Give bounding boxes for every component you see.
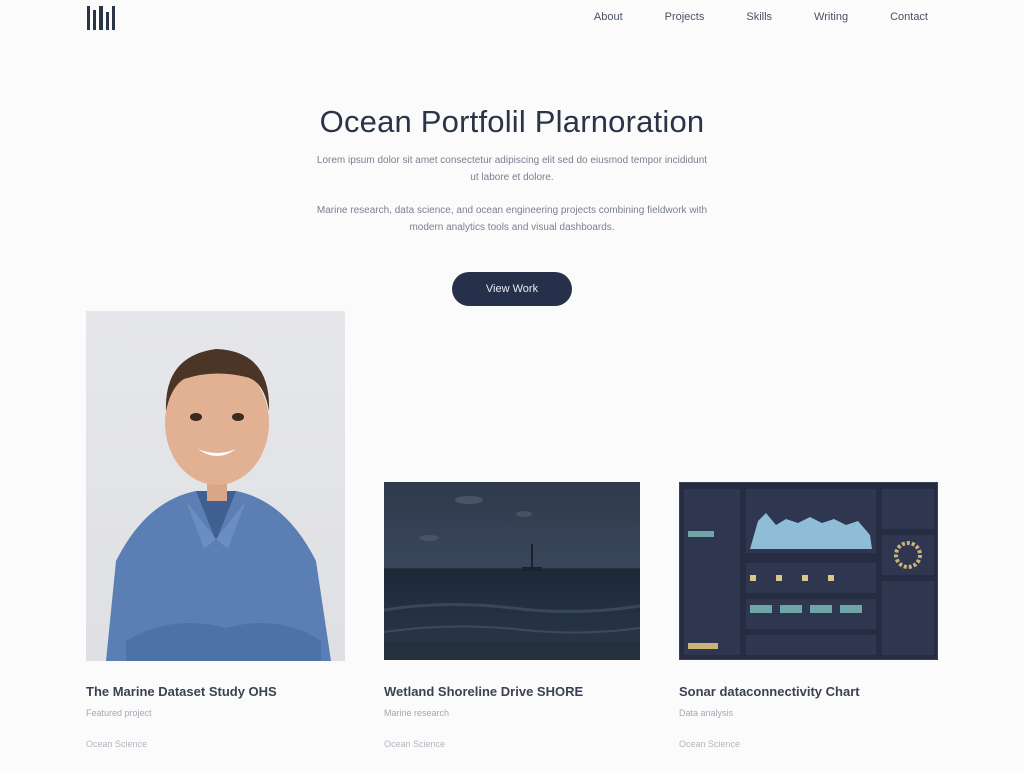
card-subtitle: Featured project xyxy=(86,708,152,718)
view-work-button[interactable]: View Work xyxy=(452,272,572,306)
nav-skills[interactable]: Skills xyxy=(746,11,772,23)
page: About Projects Skills Writing Contact Oc… xyxy=(0,0,1024,772)
card-meta: Ocean Science xyxy=(384,739,446,749)
nav-writing[interactable]: Writing xyxy=(814,11,848,23)
hero-title: Ocean Portfolil Plarnoration xyxy=(319,104,705,139)
dashboard-illustration xyxy=(684,489,934,655)
logo[interactable] xyxy=(87,6,116,30)
card-title[interactable]: The Marine Dataset Study OHS xyxy=(86,684,277,699)
nav-projects[interactable]: Projects xyxy=(665,11,705,23)
main-nav: About Projects Skills Writing Contact xyxy=(594,11,928,23)
nav-contact[interactable]: Contact xyxy=(890,11,928,23)
portrait-illustration xyxy=(106,349,331,661)
portrait-image[interactable] xyxy=(86,311,345,661)
dashboard-image[interactable] xyxy=(679,482,938,660)
card-meta: Ocean Science xyxy=(679,739,741,749)
card-title[interactable]: Sonar dataconnectivity Chart xyxy=(679,684,860,699)
nav-about[interactable]: About xyxy=(594,11,623,23)
ocean-image[interactable] xyxy=(384,482,640,660)
hero-intro: Lorem ipsum dolor sit amet consectetur a… xyxy=(316,155,708,183)
card-title[interactable]: Wetland Shoreline Drive SHORE xyxy=(384,684,583,699)
card-subtitle: Marine research xyxy=(384,708,450,718)
card-subtitle: Data analysis xyxy=(679,708,734,718)
card-meta: Ocean Science xyxy=(86,739,148,749)
hero-description: Marine research, data science, and ocean… xyxy=(316,205,708,233)
ocean-illustration xyxy=(384,496,640,660)
